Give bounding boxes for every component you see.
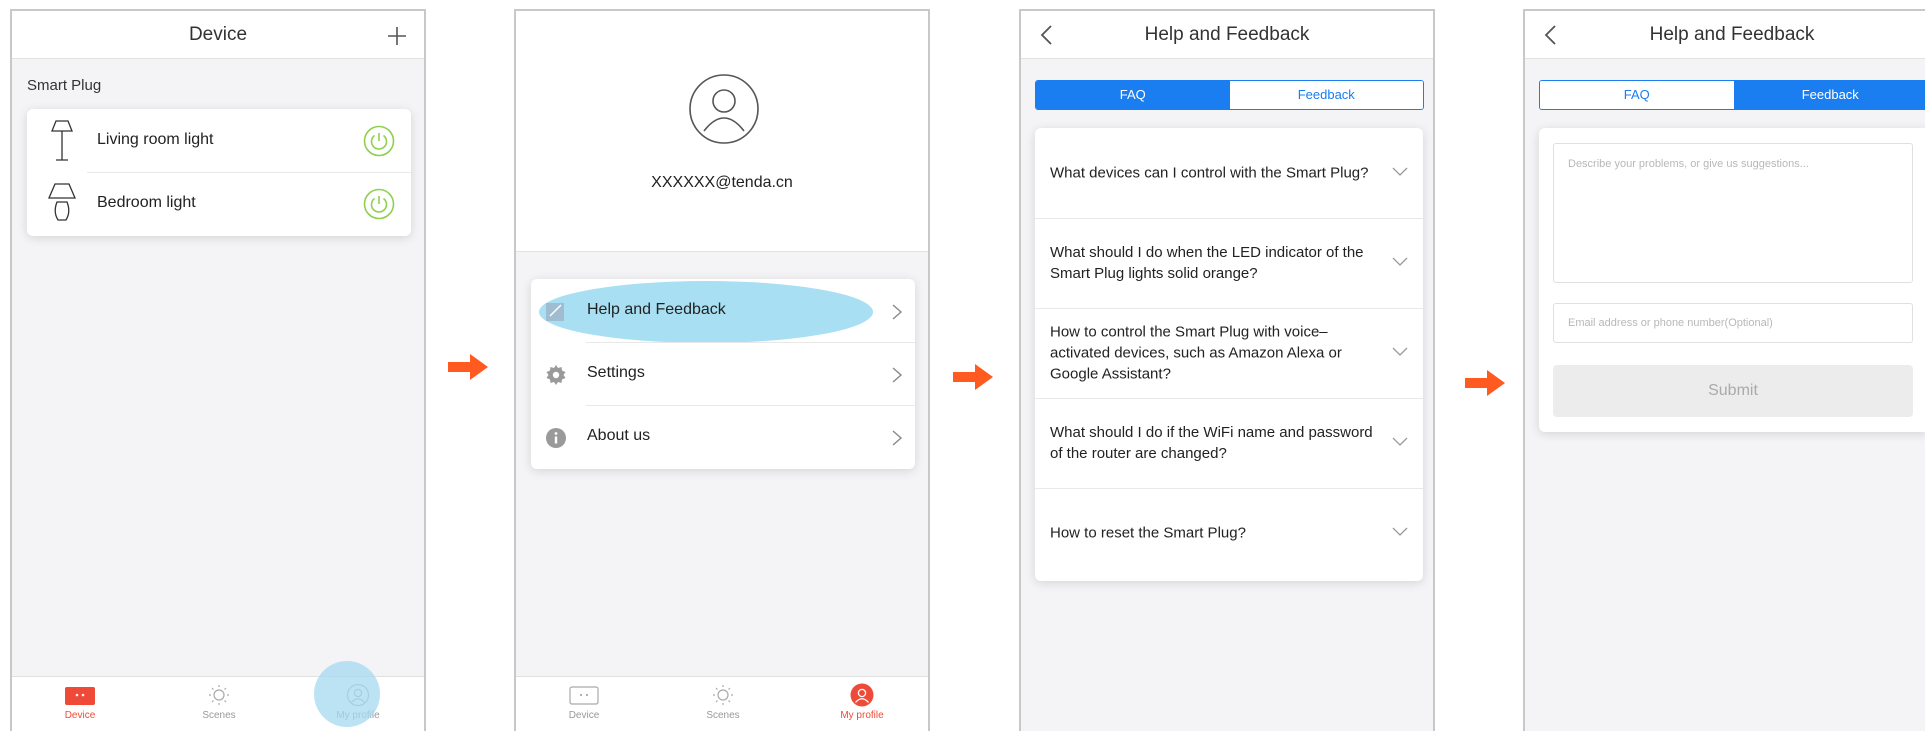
info-icon [546,428,566,448]
chevron-down-icon [1392,347,1408,356]
device-icon [65,687,95,705]
faq-question: How to control the Smart Plug with voice… [1050,323,1342,383]
faq-question: What should I do if the WiFi name and pa… [1050,424,1373,462]
faq-item[interactable]: How to reset the Smart Plug? [1035,488,1423,578]
chevron-down-icon [1392,437,1408,446]
faq-item[interactable]: What should I do when the LED indicator … [1035,218,1423,309]
device-name: Living room light [97,131,214,148]
tab-faq[interactable]: FAQ [1036,81,1230,109]
profile-icon [850,683,874,707]
navbar: Device [12,11,424,59]
menu-label: Settings [587,364,645,381]
navbar: Help and Feedback [1525,11,1925,59]
device-icon [569,686,599,705]
device-row-bedroom[interactable]: Bedroom light [27,172,411,236]
feedback-screen: Help and Feedback FAQ Feedback Describe … [1523,9,1925,731]
page-title: Help and Feedback [1649,24,1815,45]
my-profile-screen: XXXXXX@tenda.cn Help and Feedback Settin… [514,9,930,731]
floor-lamp-icon [51,120,73,161]
device-screen: Device Smart Plug Living room light Bedr… [10,9,426,731]
power-icon[interactable] [363,125,395,157]
page-title: Device [188,24,248,45]
tab-device[interactable]: Device [524,683,644,721]
section-label: Smart Plug [27,77,102,94]
faq-question: What devices can I control with the Smar… [1050,164,1369,182]
description-textarea[interactable]: Describe your problems, or give us sugge… [1553,143,1913,283]
page-title: Help and Feedback [1144,24,1310,45]
description-placeholder: Describe your problems, or give us sugge… [1568,158,1809,170]
plus-icon[interactable] [386,25,408,47]
menu-label: About us [587,427,651,444]
contact-placeholder: Email address or phone number(Optional) [1568,317,1773,329]
arrow-icon [448,354,488,380]
faq-feedback-switch: FAQ Feedback [1539,80,1925,110]
sun-icon [713,685,733,705]
faq-question: How to reset the Smart Plug? [1050,524,1246,542]
tab-my-profile[interactable]: My profile [802,683,922,721]
chevron-down-icon [1392,527,1408,536]
device-row-living-room[interactable]: Living room light [27,109,411,173]
tab-faq[interactable]: FAQ [1540,81,1734,109]
menu-help-feedback[interactable]: Help and Feedback [531,279,915,343]
arrow-icon [953,364,993,390]
faq-item[interactable]: What devices can I control with the Smar… [1035,128,1423,219]
profile-header: XXXXXX@tenda.cn [516,11,928,252]
device-list-card: Living room light Bedroom light [27,109,411,236]
chevron-down-icon [1392,257,1408,266]
sun-icon [209,685,229,705]
arrow-icon [1465,370,1505,396]
faq-feedback-switch: FAQ Feedback [1035,80,1424,110]
faq-screen: Help and Feedback FAQ Feedback What devi… [1019,9,1435,731]
menu-settings[interactable]: Settings [531,342,915,406]
chevron-down-icon [1392,167,1408,176]
power-icon[interactable] [363,188,395,220]
faq-item[interactable]: How to control the Smart Plug with voice… [1035,308,1423,399]
gear-icon [546,365,566,385]
account-email: XXXXXX@tenda.cn [651,174,793,191]
device-name: Bedroom light [97,194,196,211]
tab-scenes[interactable]: Scenes [663,683,783,721]
menu-about-us[interactable]: About us [531,405,915,469]
faq-question: What should I do when the LED indicator … [1050,244,1364,282]
contact-input[interactable]: Email address or phone number(Optional) [1553,303,1913,343]
faq-item[interactable]: What should I do if the WiFi name and pa… [1035,398,1423,489]
faq-list-card: What devices can I control with the Smar… [1035,128,1423,581]
chevron-right-icon [892,367,903,383]
chevron-right-icon [892,430,903,446]
feedback-form-card: Describe your problems, or give us sugge… [1539,128,1925,432]
tap-indicator [314,661,380,727]
submit-button[interactable]: Submit [1553,365,1913,417]
tab-bar: Device Scenes My profile [516,676,928,731]
help-feedback-icon [546,303,564,321]
table-lamp-icon [48,183,76,221]
chevron-right-icon [892,304,903,320]
tab-scenes[interactable]: Scenes [159,683,279,721]
profile-menu-card: Help and Feedback Settings About us [531,279,915,469]
tab-feedback[interactable]: Feedback [1229,81,1423,109]
avatar-icon[interactable] [688,73,760,145]
navbar: Help and Feedback [1021,11,1433,59]
menu-label: Help and Feedback [587,301,726,318]
tab-device[interactable]: Device [20,683,140,721]
tab-feedback[interactable]: Feedback [1733,81,1925,109]
